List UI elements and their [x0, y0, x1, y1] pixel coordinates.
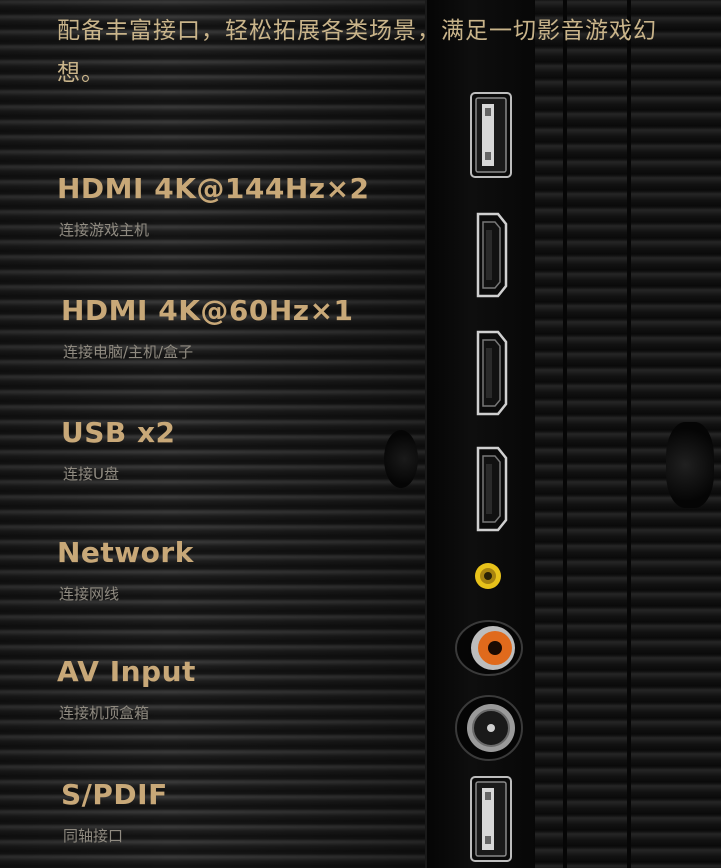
- spec-spdif: S/PDIF 同轴接口: [61, 778, 168, 846]
- spec-subtitle: 同轴接口: [63, 827, 124, 845]
- spec-av-input: AV Input 连接机顶盒箱: [57, 655, 196, 723]
- intro-text: 配备丰富接口，轻松拓展各类场景，满足一切影音游戏幻想。: [57, 18, 657, 86]
- network-port-icon: [474, 562, 502, 590]
- hdmi-port-icon: [476, 446, 508, 532]
- hdmi-port-icon: [476, 212, 508, 298]
- spec-title: HDMI 4K@144Hz×2: [57, 172, 370, 205]
- spec-subtitle: 连接电脑/主机/盒子: [63, 343, 194, 361]
- grille-knob-left: [384, 430, 418, 488]
- spec-subtitle: 连接网线: [59, 585, 120, 603]
- spec-hdmi-60: HDMI 4K@60Hz×1 连接电脑/主机/盒子: [61, 294, 354, 362]
- spec-title: AV Input: [57, 655, 196, 688]
- spec-subtitle: 连接U盘: [63, 465, 119, 483]
- spec-usb: USB x2 连接U盘: [61, 416, 176, 484]
- spec-title: Network: [57, 536, 194, 569]
- spec-network: Network 连接网线: [57, 536, 194, 604]
- coaxial-port-icon: [455, 695, 523, 761]
- spec-hdmi-144: HDMI 4K@144Hz×2 连接游戏主机: [57, 172, 370, 240]
- av-rca-port-icon: [455, 620, 523, 676]
- spec-subtitle: 连接游戏主机: [59, 221, 150, 239]
- grille-knob-right: [666, 422, 714, 508]
- usb-port-icon: [470, 776, 512, 862]
- hdmi-port-icon: [476, 330, 508, 416]
- usb-port-icon: [470, 92, 512, 178]
- spec-title: USB x2: [61, 416, 176, 449]
- spec-title: HDMI 4K@60Hz×1: [61, 294, 354, 327]
- spec-title: S/PDIF: [61, 778, 168, 811]
- spec-subtitle: 连接机顶盒箱: [59, 704, 150, 722]
